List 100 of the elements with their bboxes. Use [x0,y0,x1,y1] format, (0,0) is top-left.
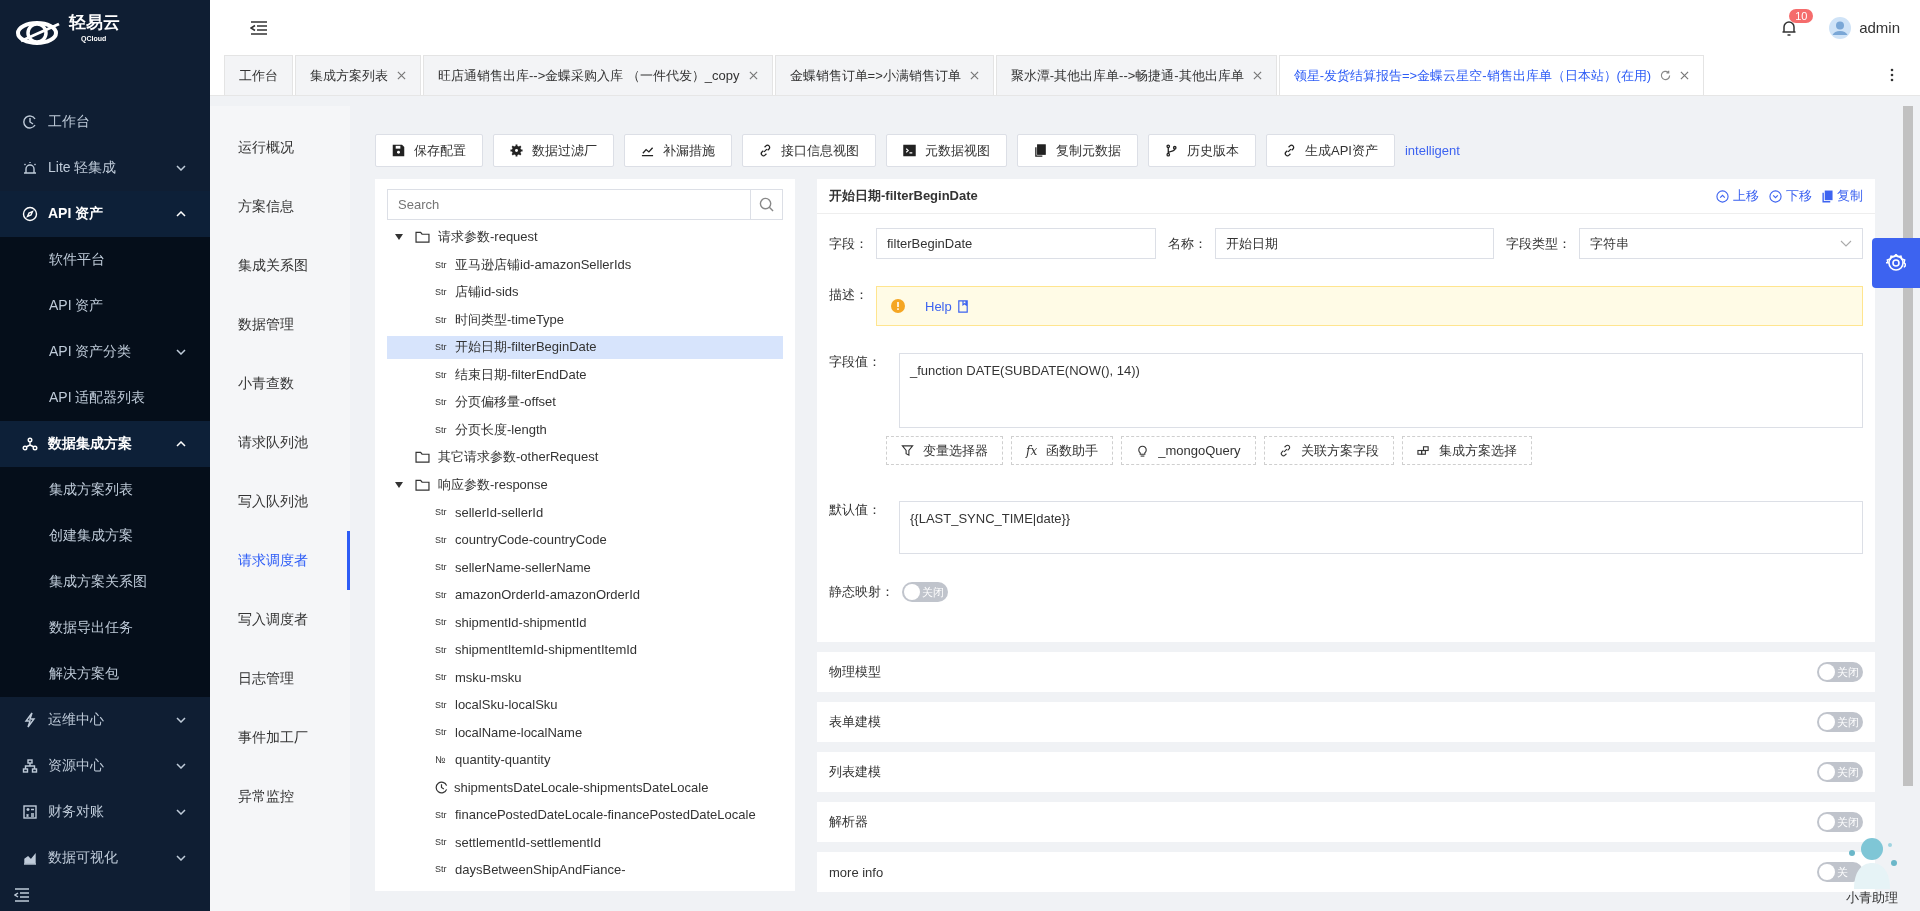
tree-folder[interactable]: 请求参数-request [387,226,783,249]
tree-item[interactable]: Str amazonOrderId-amazonOrderId [387,583,783,606]
subnav-item[interactable]: 运行概况 [210,118,350,177]
subnav-item[interactable]: 方案信息 [210,177,350,236]
subnav-item[interactable]: 请求调度者 [210,531,350,590]
menu-item[interactable]: 工作台 [0,99,210,145]
menu-item[interactable]: 数据集成方案 [0,421,210,467]
help-link[interactable]: Help [925,298,952,314]
document-icon[interactable] [957,299,968,313]
collapse-icon[interactable] [14,887,30,902]
submenu-item[interactable]: 软件平台 [0,237,210,283]
tree-item[interactable]: Str 分页长度-length [387,418,783,442]
submenu-item[interactable]: API 适配器列表 [0,375,210,421]
helper-button[interactable]: 变量选择器 [886,436,1003,465]
subnav-item[interactable]: 异常监控 [210,767,350,826]
helper-button[interactable]: fx 函数助手 [1011,436,1114,465]
bell-icon[interactable] [1781,18,1798,37]
tree-item[interactable]: Str settlementId-settlementId [387,830,783,854]
close-icon[interactable] [397,71,406,80]
search-field[interactable]: Search [387,189,750,220]
subnav-item[interactable]: 写入调度者 [210,590,350,649]
action-link[interactable]: 下移 [1769,187,1812,205]
settings-button[interactable] [1872,238,1920,288]
subnav-item[interactable]: 小青查数 [210,354,350,413]
toolbar-button[interactable]: 保存配置 [375,134,483,167]
tree-item[interactable]: Str financePostedDateLocale-financePostedDateLocale [387,803,783,826]
subnav-item[interactable]: 请求队列池 [210,413,350,472]
avatar-icon[interactable] [1829,16,1852,39]
input-field[interactable]: filterBeginDate [876,228,1156,259]
tree-item[interactable]: Str 时间类型-timeType [387,308,783,332]
menu-item[interactable]: 财务对账 [0,789,210,835]
user-name[interactable]: admin [1859,19,1900,36]
tree-item[interactable]: Str msku-msku [387,665,783,689]
subnav-item[interactable]: 写入队列池 [210,472,350,531]
tree-item[interactable]: Str localName-localName [387,720,783,744]
menu-item[interactable]: API 资产 [0,191,210,237]
intelligent-link[interactable]: intelligent [1404,143,1460,158]
tree-item[interactable]: Str shipmentId-shipmentId [387,610,783,634]
subnav-item[interactable]: 日志管理 [210,649,350,708]
tree-item[interactable]: Str localSku-localSku [387,693,783,716]
assistant-label[interactable]: 小青助理 [1846,889,1898,907]
tree-item[interactable]: shipmentsDateLocale-shipmentsDateLocale [387,775,783,799]
scrollbar-thumb[interactable] [1903,106,1913,786]
menu-item[interactable]: 资源中心 [0,743,210,789]
submenu-item[interactable]: 数据导出任务 [0,605,210,651]
submenu-item[interactable]: 集成方案关系图 [0,559,210,605]
search-icon[interactable] [750,189,783,220]
submenu-item[interactable]: API 资产 [0,283,210,329]
tab[interactable]: 金蝶销售订单=>小满销售订单 [774,55,994,95]
tab[interactable]: 领星-发货结算报告=>金蝶云星空-销售出库单（日本站）(在用) [1278,55,1705,95]
subnav-item[interactable]: 事件加工厂 [210,708,350,767]
helper-button[interactable]: 集成方案选择 [1401,436,1532,465]
tree-item[interactable]: Str sellerId-sellerId [387,500,783,524]
subnav-item[interactable]: 集成关系图 [210,236,350,295]
toolbar-button[interactable]: 接口信息视图 [742,134,876,167]
toolbar-button[interactable]: 补漏措施 [624,134,732,167]
value-textarea[interactable]: _function DATE(SUBDATE(NOW(), 14)) [899,353,1863,428]
close-icon[interactable] [1680,71,1690,80]
tree-item[interactable]: Str countryCode-countryCode [387,528,783,551]
tree-item[interactable]: Str 分页偏移量-offset [387,390,783,414]
tree-folder[interactable]: 其它请求参数-otherRequest [387,445,783,469]
action-link[interactable]: 复制 [1822,187,1863,205]
type-select[interactable]: 字符串 [1579,228,1863,259]
close-icon[interactable] [748,71,758,80]
subnav-item[interactable]: 数据管理 [210,295,350,354]
submenu-item[interactable]: 集成方案列表 [0,467,210,513]
menu-item[interactable]: Lite 轻集成 [0,145,210,191]
tree-folder[interactable]: 响应参数-response [387,473,783,497]
helper-button[interactable]: 关联方案字段 [1263,436,1394,465]
toolbar-button[interactable]: 历史版本 [1148,134,1256,167]
close-icon[interactable] [1252,71,1262,80]
menu-item[interactable]: 数据可视化 [0,835,210,878]
tree-item[interactable]: Str 结束日期-filterEndDate [387,363,783,387]
tree-item[interactable]: Str daysBetweenShipAndFiance- [387,858,783,881]
input-field[interactable]: 开始日期 [1214,228,1495,259]
tree-item[interactable]: Str 亚马逊店铺id-amazonSellerIds [387,253,783,277]
toolbar-button[interactable]: 复制元数据 [1017,134,1138,167]
refresh-icon[interactable] [1660,70,1672,81]
tab[interactable]: 旺店通销售出库-->金蝶采购入库 （一件代发）_copy [423,55,773,95]
caret-icon[interactable] [395,481,403,488]
submenu-item[interactable]: API 资产分类 [0,329,210,375]
action-link[interactable]: 上移 [1716,187,1759,205]
submenu-item[interactable]: 解决方案包 [0,651,210,697]
menu-item[interactable]: 运维中心 [0,697,210,743]
menu-icon[interactable] [250,20,268,35]
helper-button[interactable]: _mongoQuery [1121,436,1256,465]
tab[interactable]: 集成方案列表 [295,55,421,95]
more-icon[interactable] [1890,68,1894,82]
default-textarea[interactable]: {{LAST_SYNC_TIME|date}} [899,501,1863,554]
toolbar-button[interactable]: 数据过滤厂 [493,134,614,167]
tab[interactable]: 工作台 [224,55,293,95]
tab[interactable]: 聚水潭-其他出库单-->畅捷通-其他出库单 [995,55,1277,95]
tree-item[interactable]: Str shipmentItemId-shipmentItemId [387,638,783,661]
submenu-item[interactable]: 创建集成方案 [0,513,210,559]
close-icon[interactable] [969,71,979,80]
toolbar-button[interactable]: 生成API资产 [1266,134,1395,167]
tree-item[interactable]: Str 开始日期-filterBeginDate [387,335,783,359]
caret-icon[interactable] [395,234,403,241]
tree-item[interactable]: № quantity-quantity [387,748,783,771]
toolbar-button[interactable]: 元数据视图 [886,134,1007,167]
